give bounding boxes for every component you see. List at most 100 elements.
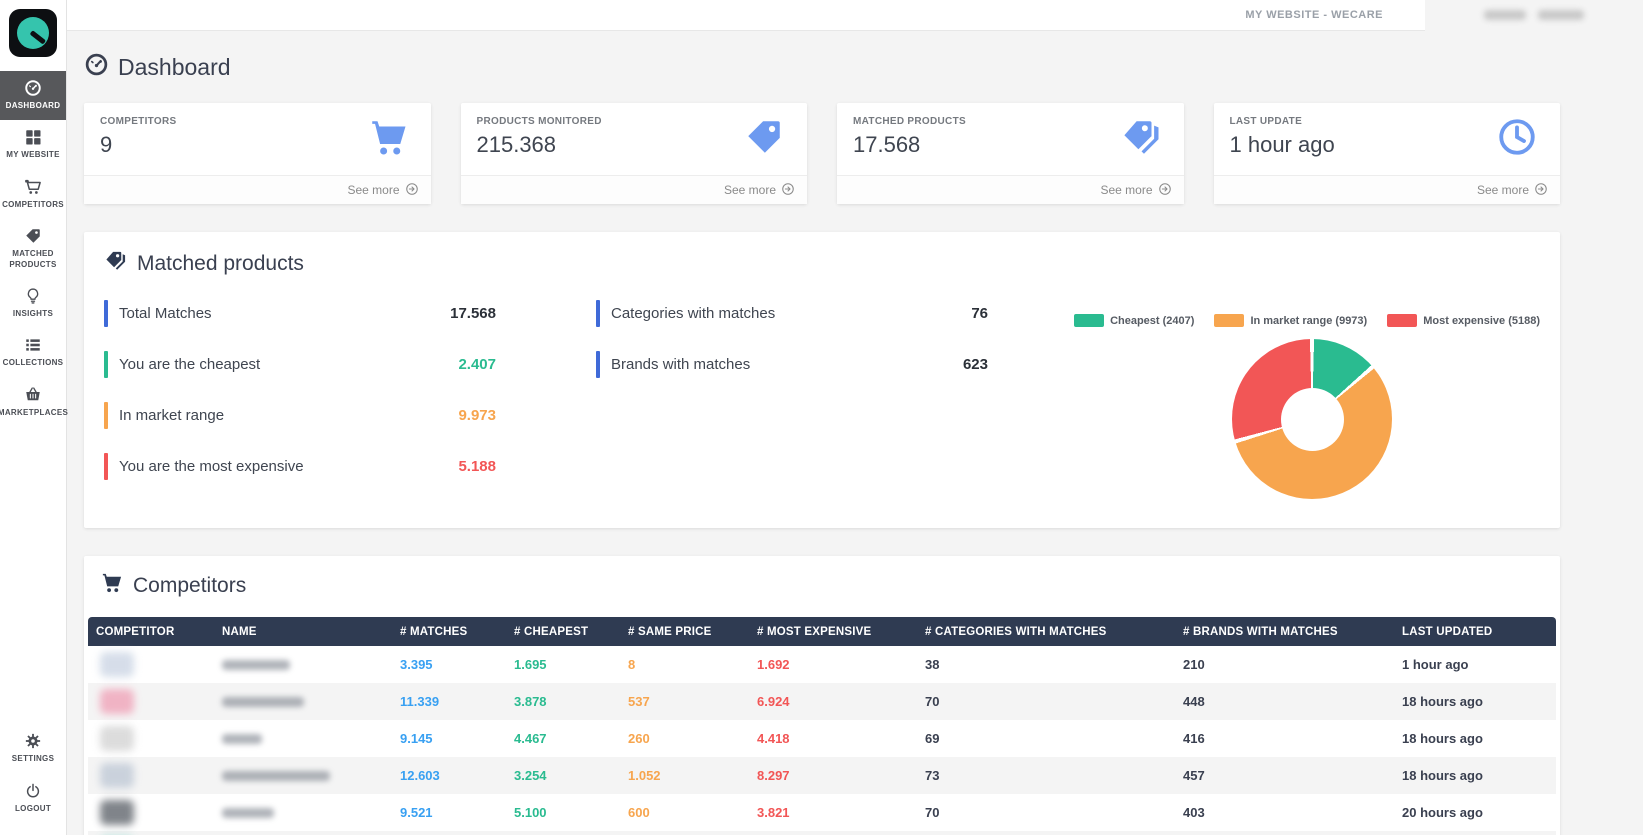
most-expensive-cell: 8.297 — [749, 757, 917, 794]
table-row[interactable]: 12.603 3.254 1.052 8.297 73 457 18 hours… — [88, 757, 1556, 794]
stat-card-top: COMPETITORS 9 — [84, 103, 431, 175]
column-header--brands-with-matches: # BRANDS WITH MATCHES — [1175, 617, 1394, 646]
page-title: Dashboard — [84, 52, 1560, 83]
column-header--same-price: # SAME PRICE — [620, 617, 749, 646]
sidebar-item-marketplaces[interactable]: MARKETPLACES — [0, 378, 66, 427]
redacted-competitor-logo — [100, 800, 134, 825]
legend-swatch — [1074, 314, 1104, 327]
matches-cell: 12.603 — [392, 757, 506, 794]
sidebar-item-label: COMPETITORS — [2, 200, 64, 210]
sidebar-item-matched-products[interactable]: MATCHED PRODUCTS — [0, 219, 66, 279]
stat-you-are-the-most-expensive: You are the most expensive 5.188 — [104, 453, 496, 480]
brands-cell: 457 — [1175, 757, 1394, 794]
site-selector[interactable]: MY WEBSITE - WECARE — [1245, 9, 1383, 21]
legend-item-cheapest[interactable]: Cheapest (2407) — [1074, 314, 1194, 327]
stat-card-products-monitored: PRODUCTS MONITORED 215.368 See more — [461, 103, 808, 204]
matched-products-body: Total Matches 17.568 You are the cheapes… — [104, 300, 1540, 504]
stat-value: 9.973 — [458, 407, 496, 424]
brands-cell: 448 — [1175, 683, 1394, 720]
tags-icon — [104, 249, 127, 278]
see-more-link[interactable]: See more — [837, 175, 1184, 204]
content: Dashboard COMPETITORS 9 See more PRODUCT… — [67, 31, 1643, 835]
most-expensive-cell: 4.418 — [749, 720, 917, 757]
legend-label: Most expensive (5188) — [1423, 315, 1540, 327]
sidebar-item-collections[interactable]: COLLECTIONS — [0, 328, 66, 377]
stat-categories-with-matches: Categories with matches 76 — [596, 300, 988, 327]
table-row[interactable]: 11.350 4.939 818 5.593 69 441 20 hours a… — [88, 831, 1556, 835]
legend-item-most-expensive[interactable]: Most expensive (5188) — [1387, 314, 1540, 327]
stat-label: Brands with matches — [611, 356, 750, 373]
see-more-link[interactable]: See more — [1214, 175, 1561, 204]
stat-value: 76 — [971, 305, 988, 322]
sidebar-item-dashboard[interactable]: DASHBOARD — [0, 71, 66, 120]
matched-stats-left: Total Matches 17.568 You are the cheapes… — [104, 300, 496, 504]
main-area: MY WEBSITE - WECARE Dashboard COMPETITOR… — [67, 0, 1643, 835]
redacted-competitor-logo — [100, 726, 134, 751]
competitor-name-cell — [214, 646, 392, 683]
table-row[interactable]: 11.339 3.878 537 6.924 70 448 18 hours a… — [88, 683, 1556, 720]
stat-total-matches: Total Matches 17.568 — [104, 300, 496, 327]
arrow-circle-icon — [781, 182, 795, 199]
matches-cell: 3.395 — [392, 646, 506, 683]
table-row[interactable]: 9.521 5.100 600 3.821 70 403 20 hours ag… — [88, 794, 1556, 831]
see-more-link[interactable]: See more — [461, 175, 808, 204]
cheapest-cell: 5.100 — [506, 794, 620, 831]
stat-label: You are the most expensive — [119, 458, 304, 475]
stat-in-market-range: In market range 9.973 — [104, 402, 496, 429]
matched-products-title: Matched products — [104, 249, 1540, 278]
sidebar-item-competitors[interactable]: COMPETITORS — [0, 170, 66, 219]
sidebar-item-settings[interactable]: SETTINGS — [0, 724, 66, 773]
most-expensive-cell: 3.821 — [749, 794, 917, 831]
matches-cell: 11.339 — [392, 683, 506, 720]
sidebar-item-my-website[interactable]: MY WEBSITE — [0, 120, 66, 169]
stat-color-bar — [104, 351, 108, 378]
legend-label: Cheapest (2407) — [1110, 315, 1194, 327]
sidebar-item-logout[interactable]: LOGOUT — [0, 774, 66, 823]
most-expensive-cell: 6.924 — [749, 683, 917, 720]
sidebar-item-label: COLLECTIONS — [3, 358, 64, 368]
app-logo[interactable] — [9, 9, 57, 57]
categories-cell: 70 — [917, 683, 1175, 720]
table-row[interactable]: 9.145 4.467 260 4.418 69 416 18 hours ag… — [88, 720, 1556, 757]
brands-cell: 403 — [1175, 794, 1394, 831]
cart-icon — [100, 571, 123, 600]
sidebar-item-label: LOGOUT — [15, 804, 51, 814]
legend-item-in-market-range[interactable]: In market range (9973) — [1214, 314, 1367, 327]
grid-icon — [24, 128, 42, 146]
see-more-label: See more — [724, 183, 776, 197]
sidebar-item-insights[interactable]: INSIGHTS — [0, 279, 66, 328]
stat-value: 2.407 — [458, 356, 496, 373]
most-expensive-cell: 1.692 — [749, 646, 917, 683]
competitor-logo-cell — [88, 757, 214, 794]
gauge-icon — [84, 52, 109, 83]
user-menu[interactable] — [1425, 0, 1643, 31]
categories-cell: 73 — [917, 757, 1175, 794]
column-header--categories-with-matches: # CATEGORIES WITH MATCHES — [917, 617, 1175, 646]
tags-icon — [1120, 116, 1162, 158]
redacted-user-text — [1538, 10, 1584, 20]
bulb-icon — [24, 287, 42, 305]
matches-cell: 9.521 — [392, 794, 506, 831]
sidebar: DASHBOARD MY WEBSITE COMPETITORS MATCHED… — [0, 0, 67, 835]
redacted-competitor-logo — [100, 763, 134, 788]
power-icon — [24, 782, 42, 800]
stat-value: 623 — [963, 356, 988, 373]
table-row[interactable]: 3.395 1.695 8 1.692 38 210 1 hour ago — [88, 646, 1556, 683]
last-updated-cell: 18 hours ago — [1394, 720, 1556, 757]
brands-cell: 210 — [1175, 646, 1394, 683]
stat-label: In market range — [119, 407, 224, 424]
competitor-logo-cell — [88, 831, 214, 835]
sidebar-item-label: INSIGHTS — [13, 309, 53, 319]
stat-color-bar — [596, 351, 600, 378]
see-more-link[interactable]: See more — [84, 175, 431, 204]
competitor-name-cell — [214, 794, 392, 831]
stat-card-top: LAST UPDATE 1 hour ago — [1214, 103, 1561, 175]
stat-color-bar — [104, 402, 108, 429]
arrow-circle-icon — [1158, 182, 1172, 199]
same-price-cell: 8 — [620, 646, 749, 683]
matches-cell: 11.350 — [392, 831, 506, 835]
competitors-table: COMPETITORNAME# MATCHES# CHEAPEST# SAME … — [88, 617, 1556, 835]
sidebar-item-label: MATCHED PRODUCTS — [2, 249, 64, 270]
same-price-cell: 600 — [620, 794, 749, 831]
same-price-cell: 818 — [620, 831, 749, 835]
